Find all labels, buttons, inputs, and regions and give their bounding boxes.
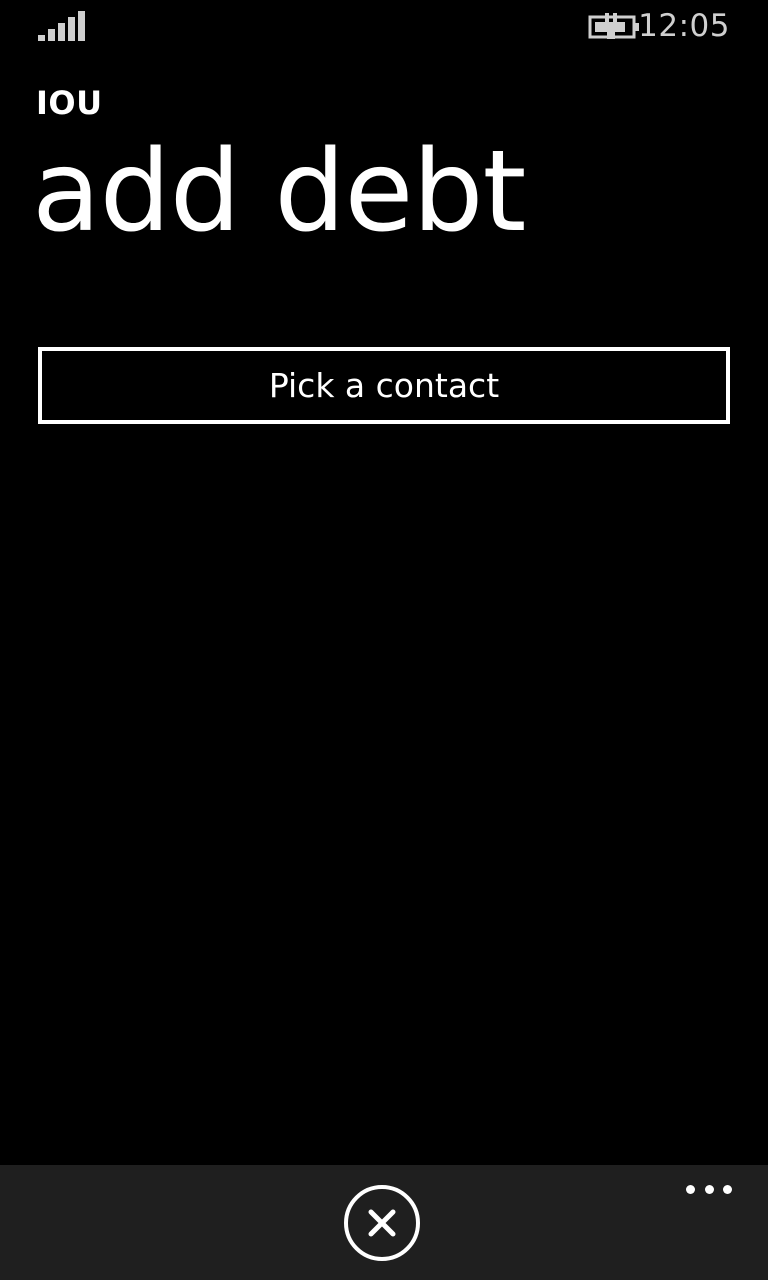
close-icon [368, 1209, 396, 1237]
more-button[interactable] [686, 1177, 732, 1201]
status-bar: 12:05 [0, 0, 768, 56]
more-dot [723, 1184, 732, 1194]
more-dot [704, 1184, 714, 1194]
more-dot [686, 1184, 695, 1194]
cancel-button[interactable] [344, 1185, 420, 1261]
app-bar [0, 1165, 768, 1280]
signal-strength-icon [38, 11, 85, 41]
page-title: add debt [32, 127, 526, 257]
pick-contact-button[interactable]: Pick a contact [38, 347, 730, 424]
battery-charging-icon [588, 13, 639, 39]
app-name: IOU [36, 84, 103, 122]
clock: 12:05 [638, 8, 730, 44]
